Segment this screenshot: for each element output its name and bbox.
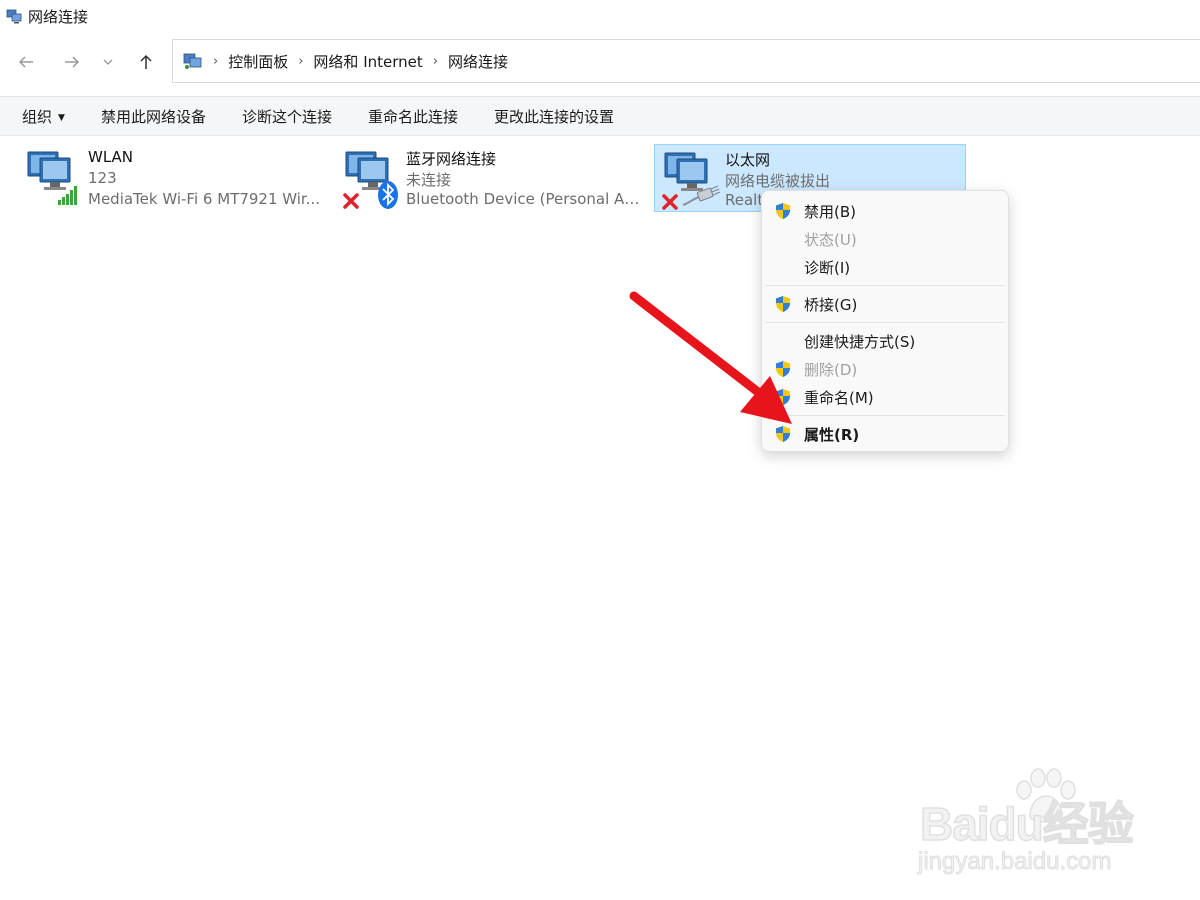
adapter-name: 蓝牙网络连接 (406, 150, 497, 168)
window-title: 网络连接 (28, 7, 89, 26)
navigation-bar: › 控制面板 › 网络和 Internet › 网络连接 (0, 32, 1200, 90)
chevron-right-icon: › (298, 53, 304, 69)
caret-down-icon: ▼ (58, 112, 65, 123)
menu-item-label: 创建快捷方式(S) (804, 332, 916, 351)
command-bar: 组织 ▼ 禁用此网络设备 诊断这个连接 重命名此连接 更改此连接的设置 (0, 96, 1200, 136)
uac-shield-icon (776, 203, 790, 219)
network-connections-icon (6, 9, 22, 24)
adapter-status: 123 (88, 169, 117, 187)
breadcrumb-network-connections[interactable]: 网络连接 (448, 51, 508, 72)
adapter-bluetooth[interactable]: 蓝牙网络连接 未连接 Bluetooth Device (Personal Ar… (336, 144, 648, 212)
error-x-icon (343, 193, 359, 209)
back-arrow-icon[interactable] (12, 48, 40, 76)
menu-item-disable[interactable]: 禁用(B) (762, 197, 1008, 225)
menu-item-delete[interactable]: 删除(D) (762, 355, 1008, 383)
menu-item-label: 诊断(I) (804, 258, 851, 277)
menu-item-bridge[interactable]: 桥接(G) (762, 290, 1008, 318)
adapter-name: WLAN (88, 148, 134, 166)
adapter-status: 未连接 (406, 171, 452, 189)
forward-arrow-icon[interactable] (58, 48, 86, 76)
rename-connection-button[interactable]: 重命名此连接 (368, 106, 458, 127)
menu-item-create-shortcut[interactable]: 创建快捷方式(S) (762, 327, 1008, 355)
watermark: Baidu经验 jingyan.baidu.com (917, 766, 1158, 876)
uac-shield-icon (776, 426, 790, 442)
watermark-brand: Baidu经验 (919, 797, 1134, 851)
disable-device-button[interactable]: 禁用此网络设备 (101, 106, 206, 127)
network-adapter-icon (343, 151, 398, 209)
adapter-name: 以太网 (725, 151, 771, 169)
breadcrumb-control-panel[interactable]: 控制面板 (228, 51, 288, 72)
adapter-wlan[interactable]: WLAN 123 MediaTek Wi-Fi 6 MT7921 Wir... (18, 144, 330, 212)
menu-item-diagnose[interactable]: 诊断(I) (762, 253, 1008, 281)
organize-label: 组织 (22, 107, 53, 126)
adapter-device: MediaTek Wi-Fi 6 MT7921 Wir... (88, 190, 321, 208)
watermark-url: jingyan.baidu.com (917, 848, 1112, 876)
menu-item-status[interactable]: 状态(U) (762, 225, 1008, 253)
menu-item-label: 删除(D) (804, 360, 858, 379)
menu-item-label: 状态(U) (804, 230, 857, 249)
change-settings-button[interactable]: 更改此连接的设置 (494, 106, 614, 127)
chevron-right-icon: › (432, 53, 438, 69)
chevron-right-icon: › (213, 53, 219, 69)
diagnose-connection-button[interactable]: 诊断这个连接 (242, 106, 332, 127)
chevron-down-icon[interactable] (96, 48, 120, 76)
address-bar[interactable]: › 控制面板 › 网络和 Internet › 网络连接 (172, 39, 1200, 83)
breadcrumb-network-internet[interactable]: 网络和 Internet (313, 51, 422, 72)
menu-item-label: 禁用(B) (804, 202, 856, 221)
uac-shield-icon (776, 296, 790, 312)
menu-separator (766, 415, 1004, 416)
control-panel-icon (183, 53, 202, 69)
menu-item-label: 属性(R) (804, 425, 860, 444)
menu-item-rename[interactable]: 重命名(M) (762, 383, 1008, 411)
menu-separator (766, 285, 1004, 286)
up-arrow-icon[interactable] (132, 48, 160, 76)
network-adapter-icon (662, 152, 721, 210)
uac-shield-icon (776, 389, 790, 405)
network-adapter-icon (27, 151, 77, 205)
context-menu: 禁用(B) 状态(U) 诊断(I) 桥接(G) 创建快捷方式(S) 删除(D) … (761, 190, 1009, 452)
menu-separator (766, 322, 1004, 323)
adapter-status: 网络电缆被拔出 (725, 172, 831, 190)
menu-item-properties[interactable]: 属性(R) (762, 420, 1008, 448)
menu-item-label: 桥接(G) (804, 295, 858, 314)
bluetooth-icon (378, 181, 398, 209)
uac-shield-icon (776, 361, 790, 377)
title-bar: 网络连接 (0, 0, 1200, 32)
organize-button[interactable]: 组织 ▼ (22, 106, 65, 127)
adapter-device: Bluetooth Device (Personal Ar... (406, 190, 642, 208)
error-x-icon (662, 194, 678, 210)
menu-item-label: 重命名(M) (804, 388, 874, 407)
